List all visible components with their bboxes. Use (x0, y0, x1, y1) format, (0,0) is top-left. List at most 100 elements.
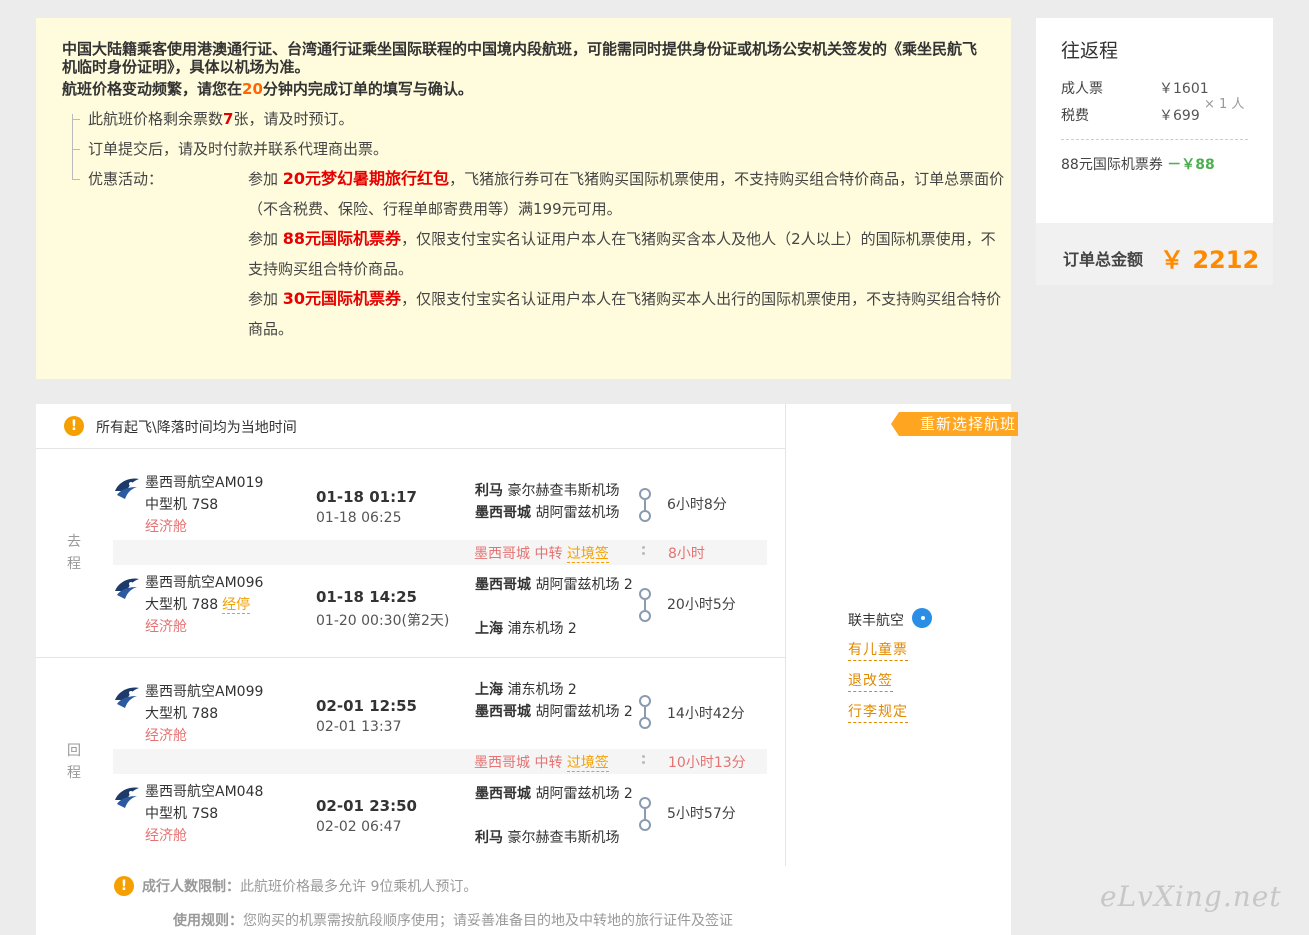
cabin-class: 经济舱 (145, 619, 187, 635)
rule-label: 使用规则： (173, 913, 243, 929)
site-watermark: eLvXing.net (1100, 880, 1282, 913)
arr-airport: 浦东机场 2 (503, 621, 577, 637)
arrival-airport: 利马 豪尔赫查韦斯机场 (475, 827, 635, 849)
promo-label: 优惠活动： (88, 170, 164, 188)
arr-airport: 胡阿雷兹机场 2 (531, 704, 633, 720)
flight-extra-links: 联丰航空 有儿童票 退改签 行李规定 (848, 608, 932, 723)
cabin-class: 经济舱 (145, 828, 187, 844)
tax-label: 税费 (1061, 108, 1089, 124)
dep-airport: 胡阿雷兹机场 2 (531, 577, 633, 593)
transfer-info: 墨西哥城 中转 过境签 10小时13分 (113, 749, 767, 774)
total-amount: ￥ 2212 (1160, 246, 1260, 274)
promo-pre: 参加 (248, 290, 283, 308)
booking-notice: 中国大陆籍乘客使用港澳通行证、台湾通行证乘坐国际联程的中国境内段航班，可能需同时… (36, 18, 1011, 379)
seats-pre: 此航班价格剩余票数 (88, 110, 224, 128)
seats-count: 7 (223, 110, 234, 128)
carrier-name: 联丰航空 (848, 613, 904, 629)
aircraft-type: 大型机 788 经停 (145, 594, 251, 614)
coupon-label: 88元国际机票券 (1061, 157, 1163, 173)
id-notice: 中国大陆籍乘客使用港澳通行证、台湾通行证乘坐国际联程的中国境内段航班，可能需同时… (62, 40, 978, 76)
transfer-dots (642, 755, 645, 767)
remaining-seats: 此航班价格剩余票数7张，请及时预订。 (66, 104, 985, 134)
arrival-time: 02-02 06:47 (316, 819, 402, 835)
flight-duration: 20小时5分 (667, 597, 736, 613)
stopover-link[interactable]: 经停 (222, 597, 251, 614)
departure-airport: 墨西哥城 胡阿雷兹机场 2 (475, 574, 635, 596)
price-summary: 往返程 成人票 ￥1601 税费 ￥699 × 1 人 88元国际机票券 －￥8… (1036, 18, 1273, 285)
arrival-time: 01-18 06:25 (316, 510, 402, 526)
arr-city: 利马 (475, 830, 503, 846)
payment-notice: 订单提交后，请及时付款并联系代理商出票。 (66, 134, 985, 164)
transit-visa-link[interactable]: 过境签 (566, 546, 609, 563)
route-icon (638, 488, 652, 524)
transfer-city: 墨西哥城 中转 过境签 (474, 752, 609, 772)
arr-city: 墨西哥城 (475, 704, 531, 720)
aircraft-label: 大型机 788 (145, 597, 219, 613)
price-change-pre: 航班价格变动频繁，请您在 (62, 80, 243, 98)
aircraft-type: 中型机 7S8 (145, 803, 218, 823)
promotions: 优惠活动： 参加 20元梦幻暑期旅行红包，飞猪旅行券可在飞猪购买国际机票使用，不… (66, 164, 1004, 338)
aeromexico-logo-icon (115, 687, 139, 708)
adult-fare-label: 成人票 (1061, 81, 1103, 97)
arr-airport: 豪尔赫查韦斯机场 (503, 830, 620, 846)
route-icon (638, 797, 652, 833)
flight-header: ! 所有起飞\降落时间均为当地时间 (36, 404, 785, 449)
baggage-rules-link[interactable]: 行李规定 (848, 703, 908, 723)
column-divider (785, 404, 786, 866)
arr-city: 墨西哥城 (475, 505, 531, 521)
refund-change-link[interactable]: 退改签 (848, 672, 893, 692)
reselect-flight-button[interactable]: 重新选择航班 (891, 412, 1018, 436)
arr-city: 上海 (475, 621, 503, 637)
flight-segment: 墨西哥航空AM048 中型机 7S8 经济舱 02-01 23:50 02-02… (36, 781, 785, 851)
layover-duration: 10小时13分 (668, 755, 746, 771)
layover-duration: 8小时 (668, 546, 705, 562)
warning-icon: ! (114, 876, 134, 896)
flight-segment: 墨西哥航空AM096 大型机 788 经停 经济舱 01-18 14:25 01-… (36, 572, 785, 642)
transfer-city-label: 墨西哥城 中转 (474, 755, 567, 771)
tax-value: ￥699 (1159, 108, 1200, 124)
warning-icon: ! (64, 416, 84, 436)
arrival-airport: 上海 浦东机场 2 (475, 618, 635, 640)
dep-city: 利马 (475, 483, 503, 499)
promo-pre: 参加 (248, 230, 283, 248)
operating-carrier: 联丰航空 (848, 608, 932, 630)
child-ticket-link[interactable]: 有儿童票 (848, 641, 908, 661)
dep-city: 上海 (475, 682, 503, 698)
local-time-note: 所有起飞\降落时间均为当地时间 (96, 420, 297, 436)
aeromexico-logo-icon (115, 578, 139, 599)
arrival-airport: 墨西哥城 胡阿雷兹机场 (475, 502, 635, 524)
minutes-limit: 20 (242, 80, 263, 98)
airline-flight-no: 墨西哥航空AM048 (145, 784, 264, 800)
departure-airport: 上海 浦东机场 2 (475, 679, 635, 701)
total-label: 订单总金额 (1063, 250, 1144, 269)
coupon-value: －￥88 (1167, 157, 1215, 173)
departure-airport: 利马 豪尔赫查韦斯机场 (475, 480, 635, 502)
promo-name: 20元梦幻暑期旅行红包 (282, 169, 450, 188)
limit-label: 成行人数限制： (142, 879, 240, 895)
dep-city: 墨西哥城 (475, 577, 531, 593)
dep-city: 墨西哥城 (475, 786, 531, 802)
promo-name: 30元国际机票券 (282, 289, 402, 308)
flight-duration: 5小时57分 (667, 806, 736, 822)
route-icon (638, 695, 652, 731)
arr-airport: 胡阿雷兹机场 (531, 505, 620, 521)
aircraft-label: 中型机 7S8 (145, 806, 219, 822)
promo-item: 参加 30元国际机票券，仅限支付宝实名认证用户本人在飞猪购买本人出行的国际机票使… (248, 284, 1008, 344)
arrival-time: 01-20 00:30(第2天) (316, 613, 450, 629)
price-change-post: 分钟内完成订单的填写与确认。 (262, 80, 473, 98)
transit-visa-link[interactable]: 过境签 (566, 755, 609, 772)
rule-text: 您购买的机票需按航段顺序使用；请妥善准备目的地及中转地的旅行证件及签证 (243, 913, 733, 929)
aircraft-type: 中型机 7S8 (145, 494, 218, 514)
transfer-city-label: 墨西哥城 中转 (474, 546, 567, 562)
aeromexico-logo-icon (115, 787, 139, 808)
total-bar: 订单总金额 ￥ 2212 (1036, 223, 1273, 285)
carrier-bird-icon (912, 608, 932, 628)
airline-flight-no: 墨西哥航空AM019 (145, 475, 264, 491)
limit-text: 此航班价格最多允许 9位乘机人预订。 (240, 879, 478, 895)
aircraft-label: 中型机 7S8 (145, 497, 219, 513)
flight-segment: 墨西哥航空AM099 大型机 788 经济舱 02-01 12:55 02-01… (36, 681, 785, 751)
route-icon (638, 588, 652, 624)
departure-time: 01-18 14:25 (316, 588, 417, 606)
transfer-info: 墨西哥城 中转 过境签 8小时 (113, 540, 767, 565)
notice-tree: 此航班价格剩余票数7张，请及时预订。 订单提交后，请及时付款并联系代理商出票。 … (66, 104, 1004, 338)
